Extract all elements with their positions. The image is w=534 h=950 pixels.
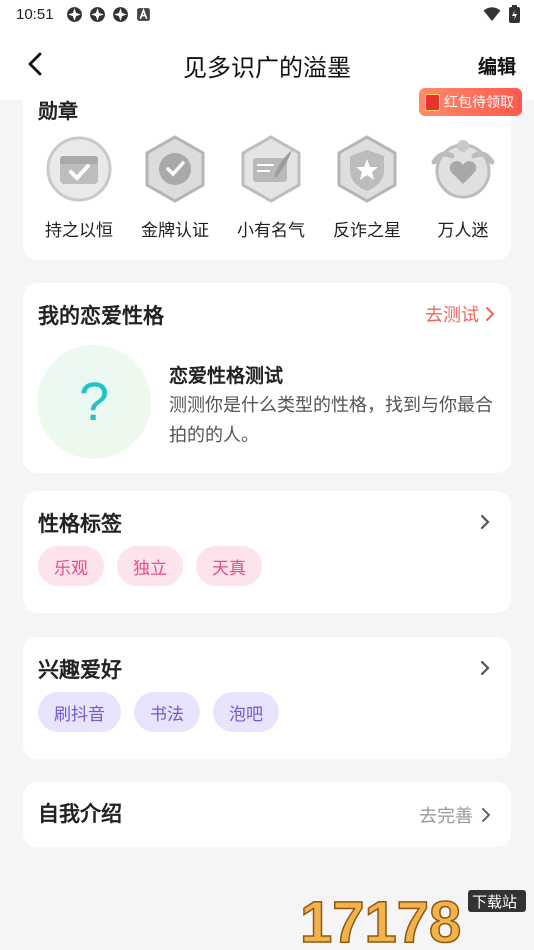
go-test-label: 去测试 — [425, 305, 479, 326]
app-notification-icon — [89, 6, 105, 22]
self-intro-title: 自我介绍 — [38, 802, 122, 826]
chevron-right-icon[interactable] — [479, 513, 491, 531]
badges-card: 勋章 持之以恒 金牌认证 小有名气 反诈之星 万人迷 — [23, 96, 511, 260]
badge-label: 持之以恒 — [45, 221, 113, 241]
badge-item[interactable]: 小有名气 — [223, 134, 319, 241]
badge-label: 小有名气 — [237, 221, 305, 241]
badge-item[interactable]: 持之以恒 — [31, 134, 127, 241]
watermark-logo: 17178 下载站 — [300, 889, 526, 948]
battery-icon — [509, 5, 520, 23]
red-packet-label: 红包待领取 — [444, 95, 514, 111]
top-nav-bar: 见多识广的溢墨 编辑 红包待领取 — [0, 28, 534, 116]
badge-item[interactable]: 万人迷 — [415, 134, 511, 241]
badge-label: 万人迷 — [437, 221, 489, 241]
hobbies-card[interactable]: 兴趣爱好 刷抖音 书法 泡吧 — [23, 637, 511, 759]
page-title: 见多识广的溢墨 — [183, 54, 351, 82]
app-notification-icon — [66, 6, 82, 22]
hobby-tag-list: 刷抖音 书法 泡吧 — [38, 692, 279, 732]
svg-text:17178: 17178 — [300, 890, 461, 948]
personality-tags-card[interactable]: 性格标签 乐观 独立 天真 — [23, 491, 511, 613]
personality-test-title: 恋爱性格测试 — [169, 365, 284, 387]
gold-certified-badge-icon — [145, 135, 205, 203]
app-notification-icon — [112, 6, 128, 22]
badge-label: 反诈之星 — [333, 221, 401, 241]
personality-tag[interactable]: 天真 — [196, 546, 262, 586]
heart-crest-badge-icon — [431, 140, 495, 199]
chevron-right-icon — [486, 307, 495, 321]
love-personality-title: 我的恋爱性格 — [38, 304, 164, 328]
calendar-check-badge-icon — [46, 136, 112, 202]
self-intro-card[interactable]: 自我介绍 去完善 — [23, 782, 511, 847]
feather-note-badge-icon — [241, 135, 301, 203]
hobby-tag[interactable]: 刷抖音 — [38, 692, 121, 732]
svg-text:下载站: 下载站 — [472, 893, 517, 911]
personality-tag-list: 乐观 独立 天真 — [38, 546, 262, 586]
red-packet-icon — [425, 93, 440, 111]
personality-tag[interactable]: 独立 — [117, 546, 183, 586]
hobby-tag[interactable]: 书法 — [134, 692, 200, 732]
wifi-icon — [483, 7, 501, 21]
personality-tag[interactable]: 乐观 — [38, 546, 104, 586]
red-packet-banner[interactable]: 红包待领取 — [419, 88, 522, 116]
shield-star-badge-icon — [337, 135, 397, 203]
badge-item[interactable]: 金牌认证 — [127, 134, 223, 241]
edit-button[interactable]: 编辑 — [478, 52, 516, 79]
complete-intro-label: 去完善 — [419, 806, 473, 827]
badges-title: 勋章 — [38, 99, 78, 123]
badge-item[interactable]: 反诈之星 — [319, 134, 415, 241]
love-personality-card: 我的恋爱性格 去测试 ? 恋爱性格测试 测测你是什么类型的性格，找到与你最合拍的… — [23, 283, 511, 473]
personality-test-description: 测测你是什么类型的性格，找到与你最合拍的的人。 — [169, 395, 493, 446]
keyboard-a-icon — [136, 7, 150, 21]
question-mark-icon: ? — [37, 345, 151, 459]
personality-tags-title: 性格标签 — [38, 512, 122, 536]
badge-label: 金牌认证 — [141, 221, 209, 241]
chevron-right-icon — [482, 808, 491, 822]
hobby-tag[interactable]: 泡吧 — [213, 692, 279, 732]
status-time: 10:51 — [16, 5, 54, 23]
go-test-button[interactable]: 去测试 — [425, 301, 495, 327]
status-bar: 10:51 — [0, 0, 534, 28]
hobbies-title: 兴趣爱好 — [38, 658, 122, 682]
complete-intro-button[interactable]: 去完善 — [419, 802, 491, 828]
chevron-right-icon[interactable] — [479, 659, 491, 677]
